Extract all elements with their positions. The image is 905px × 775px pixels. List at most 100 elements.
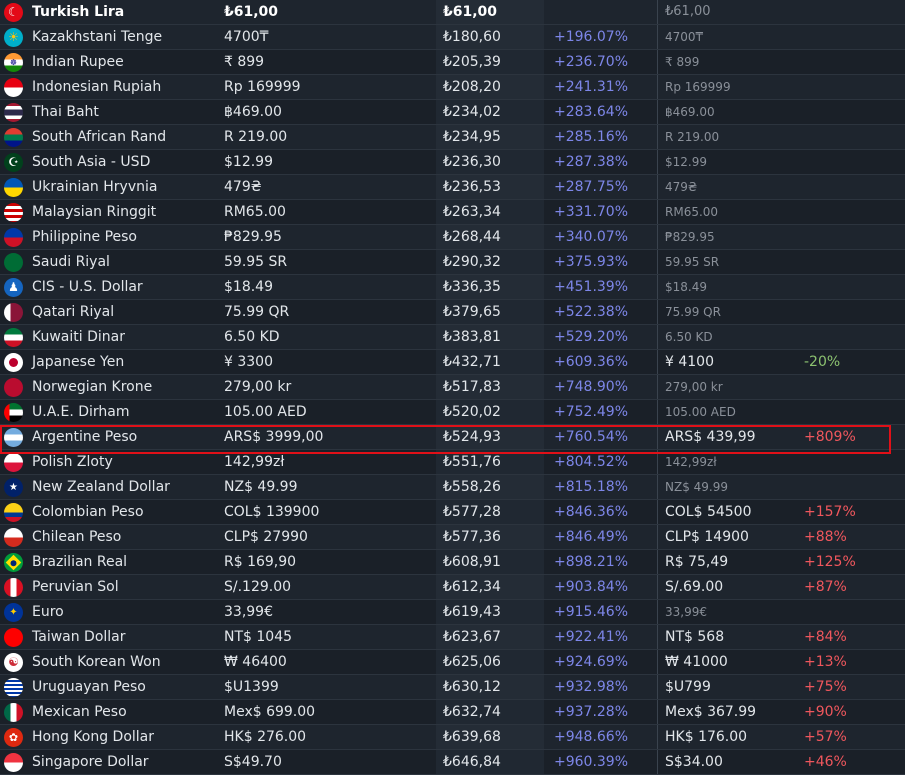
previous-price: 479₴: [657, 175, 905, 199]
converted-price: ₺236,53: [436, 175, 544, 199]
table-row[interactable]: Uruguayan Peso $U1399 ₺630,12 +932.98% $U799…: [0, 675, 905, 700]
table-row[interactable]: ♟ CIS - U.S. Dollar $18.49 ₺336,35 +451.39% $…: [0, 275, 905, 300]
previous-price: S$34.00: [657, 750, 905, 774]
currency-name: Saudi Riyal: [32, 254, 110, 270]
table-row[interactable]: South African Rand R 219.00 ₺234,95 +285.16…: [0, 125, 905, 150]
converted-price: ₺646,84: [436, 750, 544, 774]
converted-price: ₺234,95: [436, 125, 544, 149]
price-change-percent: +125%: [804, 554, 856, 570]
table-row[interactable]: Singapore Dollar S$49.70 ₺646,84 +960.39% S$…: [0, 750, 905, 775]
table-row[interactable]: Qatari Riyal 75.99 QR ₺379,65 +522.38% 75.99…: [0, 300, 905, 325]
table-row[interactable]: Colombian Peso COL$ 139900 ₺577,28 +846.36%…: [0, 500, 905, 525]
table-row[interactable]: ☀ Kazakhstani Tenge 4700₸ ₺180,60 +196.07% 47…: [0, 25, 905, 50]
local-price: Rp 169999: [224, 79, 301, 95]
converted-price: ₺517,83: [436, 375, 544, 399]
currency-name: Thai Baht: [32, 104, 99, 120]
currency-name: Polish Zloty: [32, 454, 113, 470]
ar-flag-icon: [4, 428, 23, 447]
converted-price: ₺61,00: [436, 0, 544, 24]
price-increase-percent: +375.93%: [554, 254, 629, 270]
cl-flag-icon: [4, 528, 23, 547]
previous-price: CLP$ 14900: [657, 525, 905, 549]
price-increase-percent: +529.20%: [554, 329, 629, 345]
previous-price: $12.99: [657, 150, 905, 174]
previous-price: 75.99 QR: [657, 300, 905, 324]
table-row[interactable]: Ukrainian Hryvnia 479₴ ₺236,53 +287.75% 479₴: [0, 175, 905, 200]
price-increase-percent: +903.84%: [554, 579, 629, 595]
local-price: ₹ 899: [224, 54, 265, 70]
price-change-percent: +13%: [804, 654, 847, 670]
currency-name: Indian Rupee: [32, 54, 124, 70]
regional-price-table: ☾ Turkish Lira ₺61,00 ₺61,00 ₺61,00 ☀ Kaz…: [0, 0, 905, 775]
currency-name: Japanese Yen: [32, 354, 125, 370]
table-row[interactable]: Japanese Yen ¥ 3300 ₺432,71 +609.36% ¥ 4100-…: [0, 350, 905, 375]
id-flag-icon: [4, 78, 23, 97]
previous-price: 279,00 kr: [657, 375, 905, 399]
table-row[interactable]: Taiwan Dollar NT$ 1045 ₺623,67 +922.41% NT$ …: [0, 625, 905, 650]
price-increase-percent: +815.18%: [554, 479, 629, 495]
converted-price: ₺623,67: [436, 625, 544, 649]
price-change-percent: +84%: [804, 629, 847, 645]
price-increase-percent: +924.69%: [554, 654, 629, 670]
table-row[interactable]: ✿ Hong Kong Dollar HK$ 276.00 ₺639,68 +948.6…: [0, 725, 905, 750]
pl-flag-icon: [4, 453, 23, 472]
tw-flag-icon: [4, 628, 23, 647]
currency-name: Qatari Riyal: [32, 304, 115, 320]
co-flag-icon: [4, 503, 23, 522]
converted-price: ₺236,30: [436, 150, 544, 174]
table-row[interactable]: Kuwaiti Dinar 6.50 KD ₺383,81 +529.20% 6.50 …: [0, 325, 905, 350]
currency-name: Norwegian Krone: [32, 379, 153, 395]
table-row[interactable]: Mexican Peso Mex$ 699.00 ₺632,74 +937.28% Me…: [0, 700, 905, 725]
previous-price: NZ$ 49.99: [657, 475, 905, 499]
table-row[interactable]: Saudi Riyal 59.95 SR ₺290,32 +375.93% 59.95 …: [0, 250, 905, 275]
previous-price: ¥ 4100: [657, 350, 905, 374]
table-row[interactable]: Polish Zloty 142,99zł ₺551,76 +804.52% 142,9…: [0, 450, 905, 475]
table-row[interactable]: Peruvian Sol S/.129.00 ₺612,34 +903.84% S/.6…: [0, 575, 905, 600]
table-row[interactable]: U.A.E. Dirham 105.00 AED ₺520,02 +752.49% 10…: [0, 400, 905, 425]
previous-price: ₩ 41000: [657, 650, 905, 674]
table-row[interactable]: ★ New Zealand Dollar NZ$ 49.99 ₺558,26 +815.…: [0, 475, 905, 500]
local-price: NZ$ 49.99: [224, 479, 298, 495]
price-increase-percent: +960.39%: [554, 754, 629, 770]
price-increase-percent: +285.16%: [554, 129, 629, 145]
local-price: 6.50 KD: [224, 329, 280, 345]
pe-flag-icon: [4, 578, 23, 597]
table-row[interactable]: ☯ South Korean Won ₩ 46400 ₺625,06 +924.69% ₩…: [0, 650, 905, 675]
currency-name: Mexican Peso: [32, 704, 127, 720]
table-row[interactable]: ☪ South Asia - USD $12.99 ₺236,30 +287.38% $1…: [0, 150, 905, 175]
price-change-percent: +809%: [804, 429, 856, 445]
table-row[interactable]: Indonesian Rupiah Rp 169999 ₺208,20 +241.31…: [0, 75, 905, 100]
local-price: ARS$ 3999,00: [224, 429, 324, 445]
currency-name: Euro: [32, 604, 64, 620]
previous-price: ₺61,00: [657, 0, 905, 24]
table-row[interactable]: Thai Baht ฿469.00 ₺234,02 +283.64% ฿469.00: [0, 100, 905, 125]
table-row[interactable]: ☸ Indian Rupee ₹ 899 ₺205,39 +236.70% ₹ 899: [0, 50, 905, 75]
table-row[interactable]: Norwegian Krone 279,00 kr ₺517,83 +748.90% 2…: [0, 375, 905, 400]
converted-price: ₺383,81: [436, 325, 544, 349]
currency-name: Argentine Peso: [32, 429, 138, 445]
table-row[interactable]: Philippine Peso ₱829.95 ₺268,44 +340.07% ₱82…: [0, 225, 905, 250]
local-price: ₱829.95: [224, 229, 282, 245]
local-price: $12.99: [224, 154, 273, 170]
previous-price: NT$ 568: [657, 625, 905, 649]
previous-price: ARS$ 439,99: [657, 425, 905, 449]
table-row[interactable]: Malaysian Ringgit RM65.00 ₺263,34 +331.70% R…: [0, 200, 905, 225]
nz-flag-icon: ★: [4, 478, 23, 497]
previous-price: Mex$ 367.99: [657, 700, 905, 724]
currency-name: CIS - U.S. Dollar: [32, 279, 143, 295]
table-row[interactable]: Brazilian Real R$ 169,90 ₺608,91 +898.21% R$…: [0, 550, 905, 575]
local-price: NT$ 1045: [224, 629, 293, 645]
previous-price: 4700₸: [657, 25, 905, 49]
table-row[interactable]: ✦ Euro 33,99€ ₺619,43 +915.46% 33,99€: [0, 600, 905, 625]
converted-price: ₺625,06: [436, 650, 544, 674]
previous-price: S/.69.00: [657, 575, 905, 599]
currency-name: Ukrainian Hryvnia: [32, 179, 158, 195]
local-price: R$ 169,90: [224, 554, 297, 570]
table-row[interactable]: Chilean Peso CLP$ 27990 ₺577,36 +846.49% CLP…: [0, 525, 905, 550]
hk-flag-icon: ✿: [4, 728, 23, 747]
previous-price: 33,99€: [657, 600, 905, 624]
price-increase-percent: +331.70%: [554, 204, 629, 220]
price-increase-percent: +922.41%: [554, 629, 629, 645]
local-price: HK$ 276.00: [224, 729, 307, 745]
table-row[interactable]: Argentine Peso ARS$ 3999,00 ₺524,93 +760.54…: [0, 425, 905, 450]
